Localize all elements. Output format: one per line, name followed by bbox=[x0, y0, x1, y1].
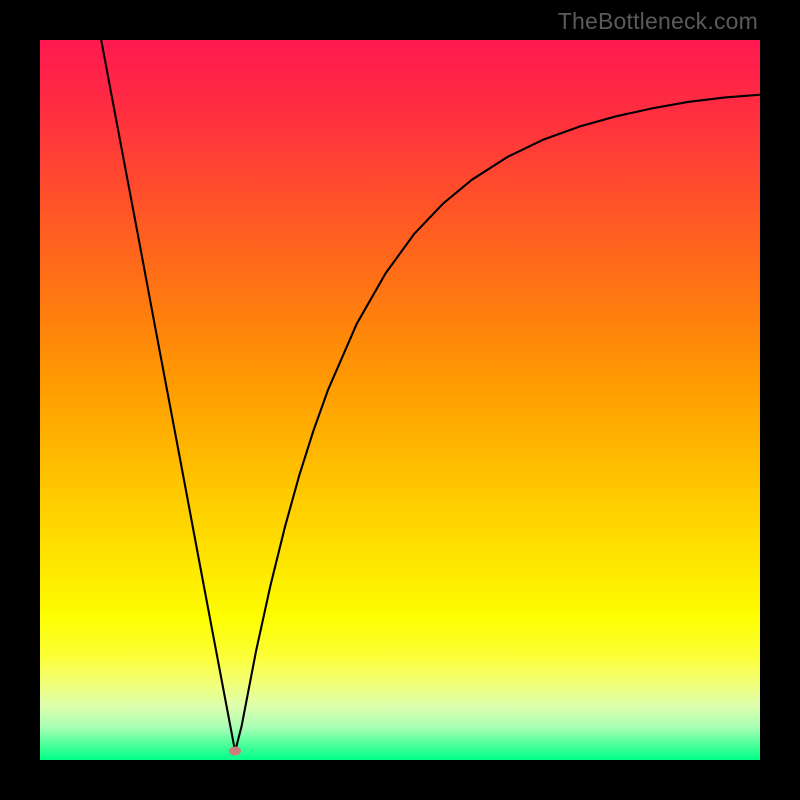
minimum-marker bbox=[229, 747, 241, 756]
plot-area bbox=[40, 40, 760, 760]
bottleneck-curve bbox=[40, 40, 760, 760]
chart-frame: TheBottleneck.com bbox=[0, 0, 800, 800]
watermark-text: TheBottleneck.com bbox=[558, 8, 758, 35]
